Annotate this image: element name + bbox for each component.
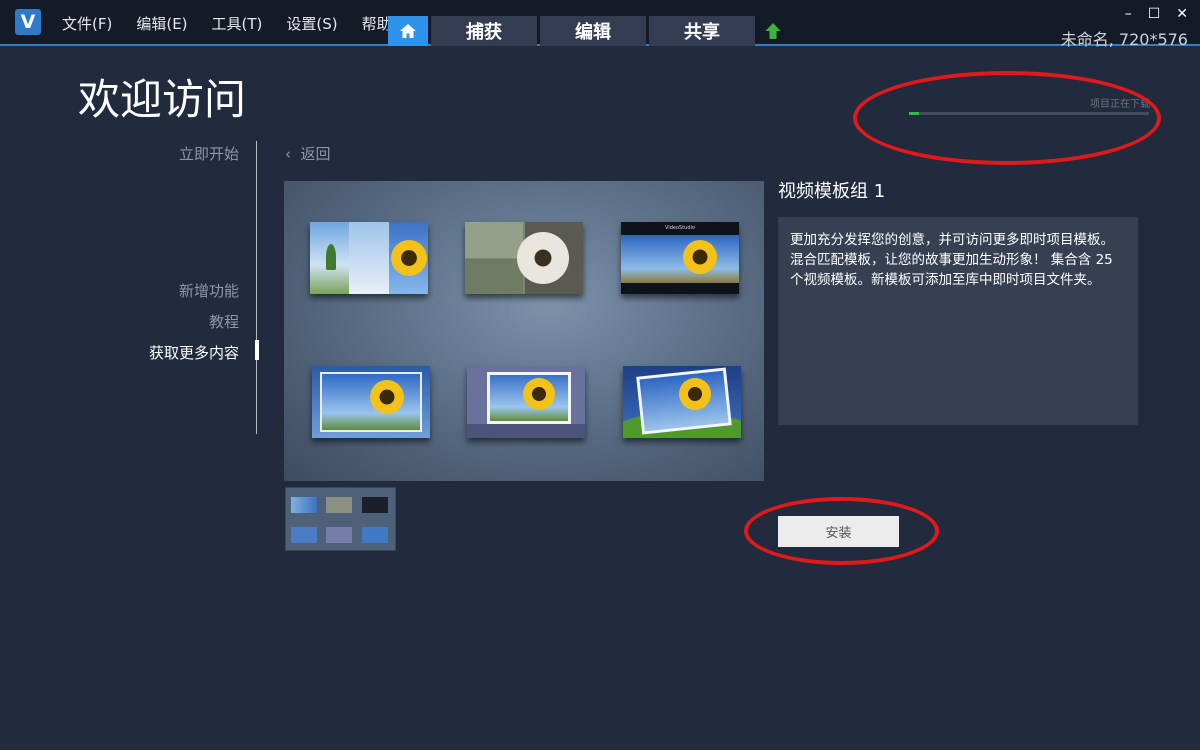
tab-share[interactable]: 共享 [649, 16, 755, 46]
template-thumbnail-4 [312, 366, 430, 438]
mini-thumbnail-5 [326, 527, 352, 543]
sidebar-item-get-more-content[interactable]: 获取更多内容 [149, 342, 239, 363]
download-progress-fill [909, 112, 919, 115]
template-thumbnail-1 [310, 222, 428, 294]
upload-button[interactable] [759, 16, 787, 46]
template-brand-label: VideoStudio [665, 225, 695, 231]
menu-file[interactable]: 文件(F) [62, 13, 112, 34]
template-thumbnail-5 [467, 366, 585, 438]
tab-edit[interactable]: 编辑 [540, 16, 646, 46]
app-logo-icon: V [15, 9, 41, 35]
download-progress-bar [909, 112, 1149, 115]
install-button[interactable]: 安装 [778, 516, 899, 547]
download-status-text: 项目正在下载 [1090, 99, 1150, 110]
mode-tabs: 捕获 编辑 共享 [388, 16, 787, 46]
title-bar: V 文件(F) 编辑(E) 工具(T) 设置(S) 帮助 捕获 编辑 共享 – … [0, 0, 1200, 49]
upload-arrow-icon [765, 23, 781, 39]
mini-thumbnail-2 [326, 497, 352, 513]
sidebar-item-tutorials[interactable]: 教程 [209, 311, 239, 332]
chevron-left-icon: ‹ [285, 145, 291, 163]
sidebar-item-get-started[interactable]: 立即开始 [179, 143, 239, 164]
back-link[interactable]: ‹ 返回 [285, 143, 331, 164]
tab-capture[interactable]: 捕获 [431, 16, 537, 46]
page-title: 欢迎访问 [78, 75, 247, 124]
template-pack-preview: VideoStudio [284, 181, 764, 481]
home-icon [400, 24, 416, 38]
project-info: 未命名, 720*576 [1060, 30, 1188, 49]
template-pack-mini-preview[interactable] [285, 487, 396, 551]
template-thumbnail-2 [465, 222, 583, 294]
sidebar-divider [256, 141, 257, 434]
close-button[interactable]: ✕ [1176, 6, 1188, 22]
menu-edit[interactable]: 编辑(E) [136, 13, 187, 34]
back-label: 返回 [300, 145, 331, 163]
pack-description: 更加充分发挥您的创意，并可访问更多即时项目模板。混合匹配模板，让您的故事更加生动… [778, 217, 1138, 425]
annotation-circle-download [853, 71, 1161, 165]
template-thumbnail-3: VideoStudio [621, 222, 739, 294]
mini-thumbnail-1 [291, 497, 317, 513]
window-controls: – ☐ ✕ [1125, 6, 1188, 22]
mini-thumbnail-4 [291, 527, 317, 543]
mini-thumbnail-3 [362, 497, 388, 513]
maximize-button[interactable]: ☐ [1148, 6, 1161, 22]
sidebar-active-marker [255, 340, 259, 360]
pack-title: 视频模板组 1 [778, 181, 886, 202]
mini-thumbnail-6 [362, 527, 388, 543]
menu-tools[interactable]: 工具(T) [212, 13, 263, 34]
menu-bar: 文件(F) 编辑(E) 工具(T) 设置(S) 帮助 [62, 13, 416, 34]
minimize-button[interactable]: – [1125, 6, 1132, 22]
template-thumbnail-6 [623, 366, 741, 438]
sidebar-item-whats-new[interactable]: 新增功能 [179, 280, 239, 301]
tab-home[interactable] [388, 16, 428, 46]
menu-settings[interactable]: 设置(S) [286, 13, 337, 34]
